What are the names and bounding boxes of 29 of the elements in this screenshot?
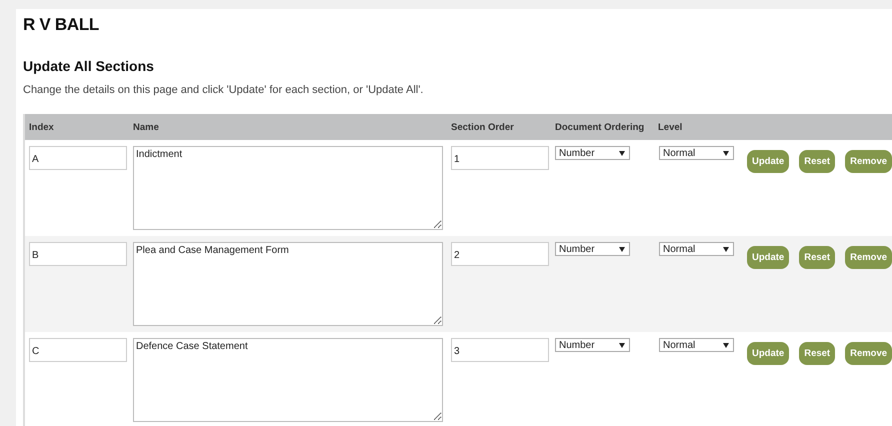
caret-icon: [619, 342, 625, 348]
dropdown[interactable]: Number: [555, 146, 630, 160]
dropdown[interactable]: Normal: [659, 338, 734, 352]
column-header: Section Order: [451, 122, 515, 132]
column-header: Name: [133, 122, 160, 132]
section-order-field[interactable]: 2: [451, 242, 549, 266]
column-header: Index: [29, 122, 55, 132]
instructions-text: Change the details on this page and click 'Update' for each section, or 'Update All'.: [23, 84, 424, 96]
caret-icon: [619, 150, 625, 156]
dropdown[interactable]: Number: [555, 242, 630, 256]
dropdown[interactable]: Normal: [659, 242, 734, 256]
name-field[interactable]: Indictment: [133, 146, 443, 230]
caret-icon: [723, 150, 729, 156]
name-field[interactable]: Plea and Case Management Form: [133, 242, 443, 326]
index-field[interactable]: C: [29, 338, 127, 362]
dropdown[interactable]: Normal: [659, 146, 734, 160]
name-field[interactable]: Defence Case Statement: [133, 338, 443, 422]
index-field[interactable]: A: [29, 146, 127, 170]
page-title: R V BALL: [23, 15, 99, 35]
section-heading: Update All Sections: [23, 58, 154, 74]
caret-icon: [619, 246, 625, 252]
caret-icon: [723, 246, 729, 252]
column-header: Level: [658, 122, 684, 132]
column-header: Document Ordering: [555, 122, 646, 132]
dropdown[interactable]: Number: [555, 338, 630, 352]
section-order-field[interactable]: 1: [451, 146, 549, 170]
section-order-field[interactable]: 3: [451, 338, 549, 362]
index-field[interactable]: B: [29, 242, 127, 266]
caret-icon: [723, 342, 729, 348]
